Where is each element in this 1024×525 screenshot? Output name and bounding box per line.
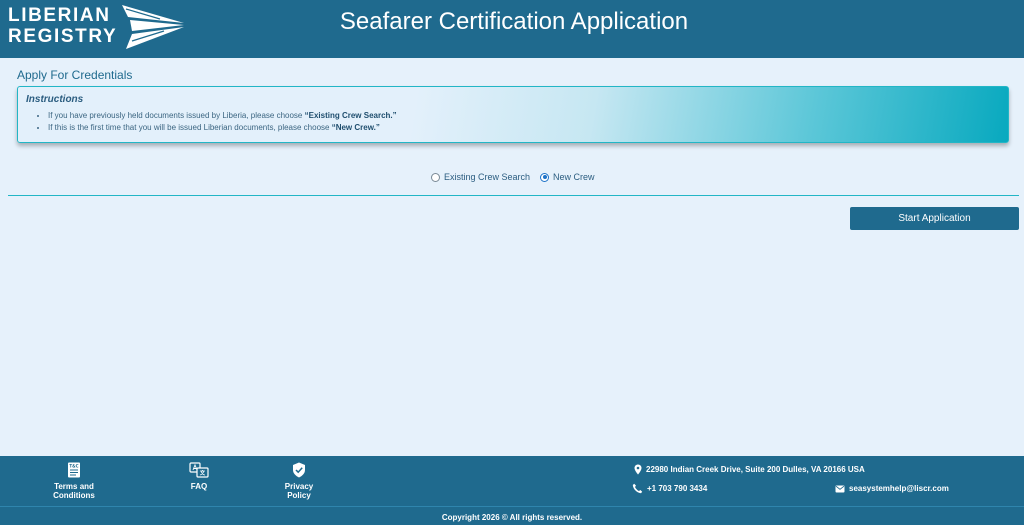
existing-crew-search-radio[interactable]	[431, 172, 440, 182]
email-text: seasystemhelp@liscr.com	[849, 484, 949, 493]
phone-info[interactable]: +1 703 790 3434	[632, 483, 707, 494]
email-info[interactable]: seasystemhelp@liscr.com	[835, 484, 949, 493]
instruction-item: If this is the first time that you will …	[48, 122, 397, 134]
privacy-policy-label: Privacy Policy	[284, 482, 314, 500]
svg-text:T&C: T&C	[69, 464, 78, 469]
address-info: 22980 Indian Creek Drive, Suite 200 Dull…	[634, 464, 865, 475]
footer: T&C Terms and Conditions FAQ Privacy Pol…	[0, 456, 1024, 525]
address-text: 22980 Indian Creek Drive, Suite 200 Dull…	[646, 465, 865, 474]
section-divider	[8, 195, 1019, 196]
footer-divider	[0, 506, 1024, 507]
start-application-button[interactable]: Start Application	[850, 207, 1019, 230]
location-pin-icon	[634, 464, 642, 475]
document-icon: T&C	[68, 462, 80, 478]
existing-crew-search-label[interactable]: Existing Crew Search	[444, 172, 530, 182]
new-crew-radio[interactable]	[540, 172, 550, 182]
copyright-text: Copyright 2026 © All rights reserved.	[441, 513, 583, 522]
new-crew-label[interactable]: New Crew	[553, 172, 595, 182]
header-bar: LIBERIAN REGISTRY Seafarer Certification…	[0, 0, 1024, 58]
privacy-policy-link[interactable]: Privacy Policy	[274, 462, 324, 500]
instructions-panel: Instructions If you have previously held…	[17, 86, 1009, 143]
faq-link[interactable]: FAQ	[184, 462, 214, 491]
crew-type-radio-group: Existing Crew Search New Crew	[431, 172, 605, 182]
translate-icon	[189, 462, 209, 478]
page-title: Seafarer Certification Application	[339, 8, 689, 35]
shield-icon	[293, 462, 305, 478]
instructions-list: If you have previously held documents is…	[48, 110, 397, 134]
instructions-title: Instructions	[26, 94, 84, 105]
terms-and-conditions-label: Terms and Conditions	[53, 482, 95, 500]
terms-and-conditions-link[interactable]: T&C Terms and Conditions	[35, 462, 113, 500]
section-title: Apply For Credentials	[17, 68, 133, 82]
faq-label: FAQ	[190, 482, 208, 491]
phone-icon	[632, 483, 643, 494]
phone-text: +1 703 790 3434	[647, 484, 708, 493]
mail-icon	[835, 485, 845, 492]
instruction-item: If you have previously held documents is…	[48, 110, 397, 122]
